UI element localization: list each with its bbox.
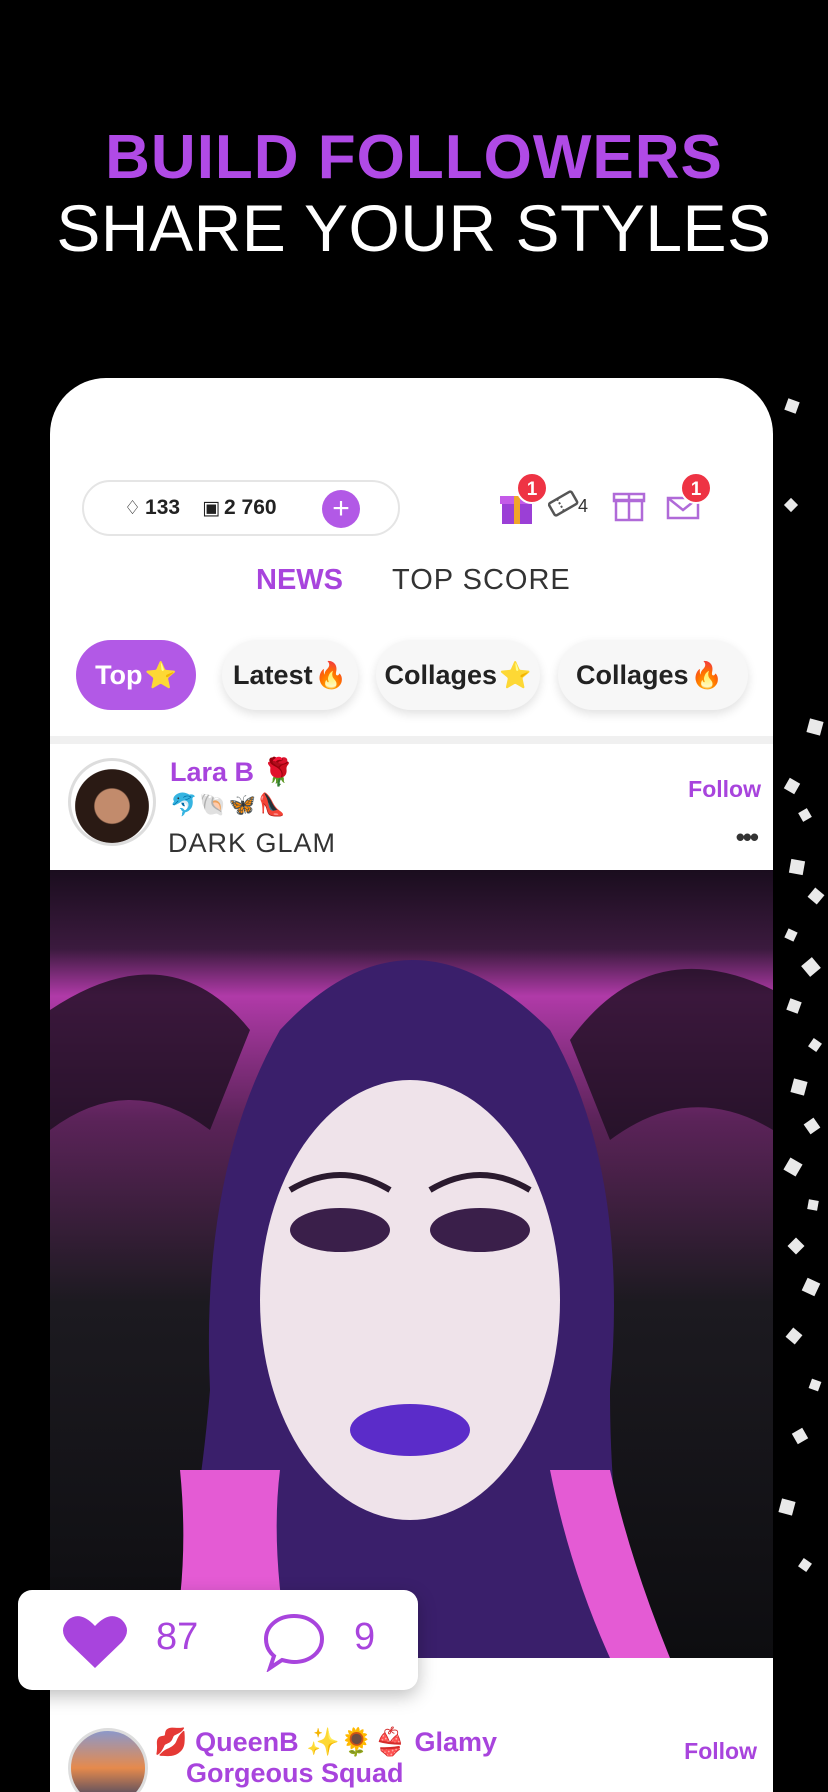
action-bar: 87 9 (18, 1590, 418, 1690)
avatar[interactable] (68, 758, 156, 846)
chip-collages-label: Collages (384, 659, 498, 690)
tickets-button[interactable]: 4 (547, 486, 608, 530)
chip-collages-label: Collages (576, 659, 689, 690)
gift-box-badge: 1 (516, 472, 548, 504)
tab-news[interactable]: NEWS (256, 564, 343, 597)
fire-icon: 🔥 (690, 659, 723, 690)
chip-top[interactable]: Top ⭐ (76, 640, 196, 710)
post-user-emojis: 🐬🐚🦋👠 (170, 792, 288, 817)
heart-icon[interactable] (62, 1612, 128, 1670)
post-header: Lara B 🌹 🐬🐚🦋👠 DARK GLAM Follow ••• (50, 752, 773, 872)
post-photo[interactable] (50, 870, 773, 1658)
dark-glam-portrait (50, 960, 773, 1658)
chip-top-label: Top (95, 659, 143, 690)
avatar[interactable] (68, 1728, 148, 1792)
coin-count: 2 760 (224, 496, 277, 519)
add-currency-button[interactable]: + (322, 490, 360, 528)
post-user-name[interactable]: Lara B 🌹 (170, 756, 295, 788)
comments-count: 9 (354, 1616, 376, 1658)
headline-1: BUILD FOLLOWERS (105, 123, 723, 192)
post-title: DARK GLAM (168, 828, 337, 858)
filter-chips: Top ⭐ Latest 🔥 Collages ⭐ Collages 🔥 (76, 640, 773, 714)
chip-collages-star[interactable]: Collages ⭐ (376, 640, 540, 710)
chip-collages-fire[interactable]: Collages 🔥 (558, 640, 748, 710)
star-icon: ⭐ (499, 659, 532, 690)
gift-icon[interactable] (612, 486, 648, 530)
likes-count: 87 (156, 1616, 199, 1658)
mail-badge: 1 (680, 472, 712, 504)
follow-button[interactable]: Follow (688, 776, 761, 803)
phone-frame: ♢ 133 ▣ 2 760 + 1 4 1 NEWS TOP SCORE Top… (50, 378, 773, 1792)
chip-latest-label: Latest (233, 659, 313, 690)
tickets-count: 4 (578, 496, 589, 516)
follow-button[interactable]: Follow (684, 1738, 757, 1765)
diamond-count: 133 (145, 496, 181, 519)
wallet-pill[interactable]: ♢ 133 ▣ 2 760 + (82, 480, 400, 536)
coin-icon: ▣ (202, 497, 221, 519)
ticket-icon (547, 490, 579, 517)
star-icon: ⭐ (144, 659, 177, 690)
headline-2: SHARE YOUR STYLES (56, 191, 772, 265)
more-options-icon[interactable]: ••• (736, 822, 759, 853)
chip-latest[interactable]: Latest 🔥 (222, 640, 358, 710)
tab-top-score[interactable]: TOP SCORE (392, 564, 571, 597)
fire-icon: 🔥 (314, 659, 347, 690)
comment-icon[interactable] (262, 1612, 326, 1672)
diamond-icon: ♢ (124, 497, 142, 519)
post2-user-name[interactable]: 💋 QueenB ✨🌻👙 Glamy (154, 1726, 497, 1758)
gift-box-icon[interactable]: 1 (498, 472, 548, 530)
mail-icon[interactable]: 1 (666, 472, 712, 530)
divider (50, 736, 773, 744)
post2-user-name-line2: Gorgeous Squad (186, 1758, 404, 1788)
